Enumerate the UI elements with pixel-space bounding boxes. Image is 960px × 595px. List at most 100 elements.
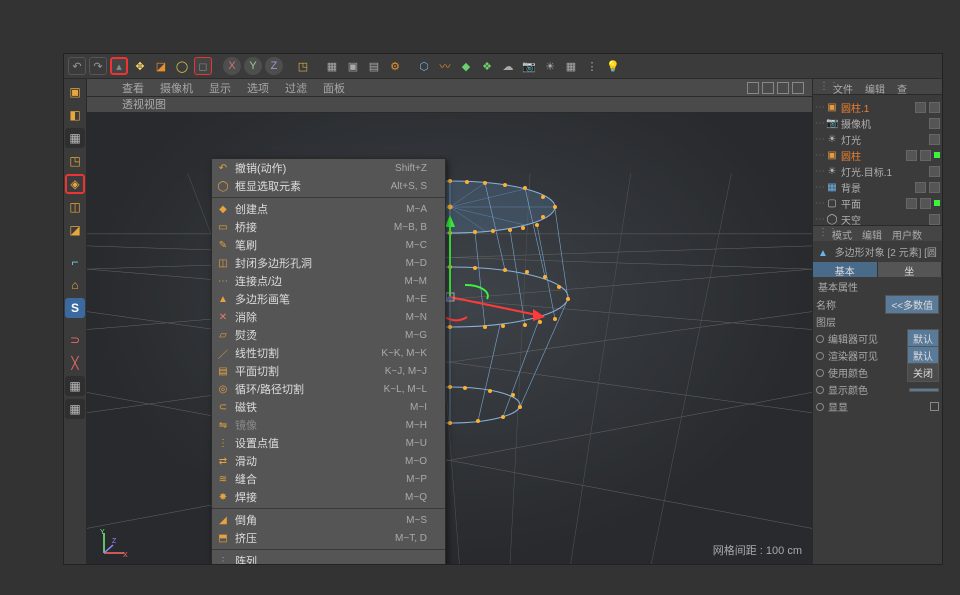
rotate-tool[interactable]: ◯ xyxy=(173,57,191,75)
add-mograph[interactable]: ⋮ xyxy=(583,57,601,75)
attr-tab-edit[interactable]: 编辑 xyxy=(857,226,887,241)
object-tree-item[interactable]: ⋯📷摄像机 xyxy=(815,115,940,131)
add-spline[interactable]: 〰 xyxy=(436,57,454,75)
context-menu-item[interactable]: ◎循环/路径切割K~L, M~L xyxy=(212,380,445,398)
obj-tab-edit[interactable]: 编辑 xyxy=(859,79,891,94)
field-value[interactable]: <<多数值 xyxy=(885,295,939,314)
field-value[interactable]: 关闭 xyxy=(907,363,939,382)
scale-tool[interactable]: ◪ xyxy=(152,57,170,75)
attribute-field[interactable]: 图层 xyxy=(813,313,942,330)
render-region[interactable]: ▣ xyxy=(344,57,362,75)
view-menu-cameras[interactable]: 摄像机 xyxy=(160,80,193,96)
lock-y[interactable]: Y xyxy=(244,57,262,75)
attr-tab-mode[interactable]: 模式 xyxy=(827,226,857,241)
object-tag[interactable] xyxy=(929,118,940,129)
texture-mode[interactable]: ▦ xyxy=(65,128,85,148)
object-tree-item[interactable]: ⋯☀灯光 xyxy=(815,131,940,147)
recent-tool[interactable]: ◻ xyxy=(194,57,212,75)
add-scene[interactable]: ▦ xyxy=(562,57,580,75)
render-picture-viewer[interactable]: ▤ xyxy=(365,57,383,75)
field-value[interactable] xyxy=(909,388,939,392)
object-tree-item[interactable]: ⋯◯天空 xyxy=(815,211,940,225)
attribute-field[interactable]: 显显 xyxy=(813,398,942,415)
locked-workplane[interactable]: ▦ xyxy=(65,376,85,396)
point-mode[interactable]: ◈ xyxy=(65,174,85,194)
context-menu-item[interactable]: ≋缝合M~P xyxy=(212,470,445,488)
context-menu-item[interactable]: ◢倒角M~S xyxy=(212,511,445,529)
add-camera[interactable]: 📷 xyxy=(520,57,538,75)
context-menu-item[interactable]: ⇋镜像M~H xyxy=(212,416,445,434)
object-tree-item[interactable]: ⋯▦背景 xyxy=(815,179,940,195)
checkbox[interactable] xyxy=(930,402,939,411)
viewport-layout-icon[interactable] xyxy=(762,82,774,94)
context-menu-item[interactable]: ⬒挤压M~T, D xyxy=(212,529,445,547)
add-generator[interactable]: ◆ xyxy=(457,57,475,75)
context-menu-item[interactable]: ⊂磁铁M~I xyxy=(212,398,445,416)
workplane-snap[interactable]: ╳ xyxy=(65,353,85,373)
object-tag[interactable] xyxy=(906,198,917,209)
object-tag[interactable] xyxy=(929,182,940,193)
viewport-layout-icon[interactable] xyxy=(792,82,804,94)
context-menu-item[interactable]: ◫封闭多边形孔洞M~D xyxy=(212,254,445,272)
context-menu-item[interactable]: ▭桥接M~B, B xyxy=(212,218,445,236)
obj-tab-view[interactable]: 查 xyxy=(891,79,913,94)
snap-toggle[interactable]: S xyxy=(65,298,85,318)
object-tree-item[interactable]: ⋯☀灯光.目标.1 xyxy=(815,163,940,179)
object-tag[interactable] xyxy=(920,198,931,209)
context-menu-item[interactable]: ✎笔刷M~C xyxy=(212,236,445,254)
object-tree-item[interactable]: ⋯▢平面 xyxy=(815,195,940,211)
attribute-field[interactable]: 名称<<多数值 xyxy=(813,296,942,313)
context-menu-item[interactable]: ▤平面切割K~J, M~J xyxy=(212,362,445,380)
object-tag[interactable] xyxy=(929,102,940,113)
redo-button[interactable]: ↷ xyxy=(89,57,107,75)
context-menu-item[interactable]: ◯框显选取元素Alt+S, S xyxy=(212,177,445,195)
render-settings[interactable]: ⚙ xyxy=(386,57,404,75)
context-menu-item[interactable]: ⇄滑动M~O xyxy=(212,452,445,470)
polygon-mode[interactable]: ◪ xyxy=(65,220,85,240)
object-manager-tree[interactable]: ⋯▣圆柱.1⋯📷摄像机⋯☀灯光⋯▣圆柱⋯☀灯光.目标.1⋯▦背景⋯▢平面⋯◯天空 xyxy=(813,95,942,225)
context-menu-item[interactable]: ▱熨烫M~G xyxy=(212,326,445,344)
object-tag[interactable] xyxy=(929,134,940,145)
make-editable[interactable]: ▣ xyxy=(65,82,85,102)
context-menu-item[interactable]: ／线性切割K~K, M~K xyxy=(212,344,445,362)
add-light[interactable]: ☀ xyxy=(541,57,559,75)
add-primitive[interactable]: ⬡ xyxy=(415,57,433,75)
view-menu-display[interactable]: 显示 xyxy=(209,80,231,96)
attribute-field[interactable]: 使用颜色关闭 xyxy=(813,364,942,381)
attribute-field[interactable]: 显示颜色 xyxy=(813,381,942,398)
view-menu-view[interactable]: 查看 xyxy=(122,80,144,96)
object-tree-item[interactable]: ⋯▣圆柱 xyxy=(815,147,940,163)
add-deformer[interactable]: ❖ xyxy=(478,57,496,75)
enable-snap[interactable]: ⊃ xyxy=(65,330,85,350)
obj-tab-file[interactable]: 文件 xyxy=(827,79,859,94)
object-tag[interactable] xyxy=(915,182,926,193)
context-menu-item[interactable]: ↶撤销(动作)Shift+Z xyxy=(212,159,445,177)
object-tree-item[interactable]: ⋯▣圆柱.1 xyxy=(815,99,940,115)
context-menu-item[interactable]: ⋯连接点/边M~M xyxy=(212,272,445,290)
edge-mode[interactable]: ◫ xyxy=(65,197,85,217)
attr-subtab-basic[interactable]: 基本 xyxy=(813,262,878,277)
object-tag[interactable] xyxy=(920,150,931,161)
attr-tab-user[interactable]: 用户数 xyxy=(887,226,927,241)
object-tag[interactable] xyxy=(906,150,917,161)
context-menu-item[interactable]: ◆创建点M~A xyxy=(212,200,445,218)
context-menu-item[interactable]: ⋮阵列 xyxy=(212,552,445,564)
viewport-layout-icon[interactable] xyxy=(747,82,759,94)
object-tag[interactable] xyxy=(915,102,926,113)
object-tag[interactable] xyxy=(929,166,940,177)
add-environment[interactable]: ☁ xyxy=(499,57,517,75)
move-tool[interactable]: ✥ xyxy=(131,57,149,75)
viewport-solo[interactable]: ⌂ xyxy=(65,275,85,295)
planar-workplane[interactable]: ▦ xyxy=(65,399,85,419)
model-mode[interactable]: ◧ xyxy=(65,105,85,125)
context-menu-item[interactable]: ▲多边形画笔M~E xyxy=(212,290,445,308)
attribute-field[interactable]: 编辑器可见默认 xyxy=(813,330,942,347)
context-menu-item[interactable]: ⋮设置点值M~U xyxy=(212,434,445,452)
lock-z[interactable]: Z xyxy=(265,57,283,75)
perspective-viewport[interactable]: 网格间距 : 100 cm Y X Z ↶撤销(动作)Shift+Z◯框显选取元… xyxy=(87,113,812,564)
visibility-check-icon[interactable] xyxy=(934,152,940,158)
render-view[interactable]: ▦ xyxy=(323,57,341,75)
object-tag[interactable] xyxy=(929,214,940,225)
attribute-field[interactable]: 渲染器可见默认 xyxy=(813,347,942,364)
view-menu-filter[interactable]: 过滤 xyxy=(285,80,307,96)
